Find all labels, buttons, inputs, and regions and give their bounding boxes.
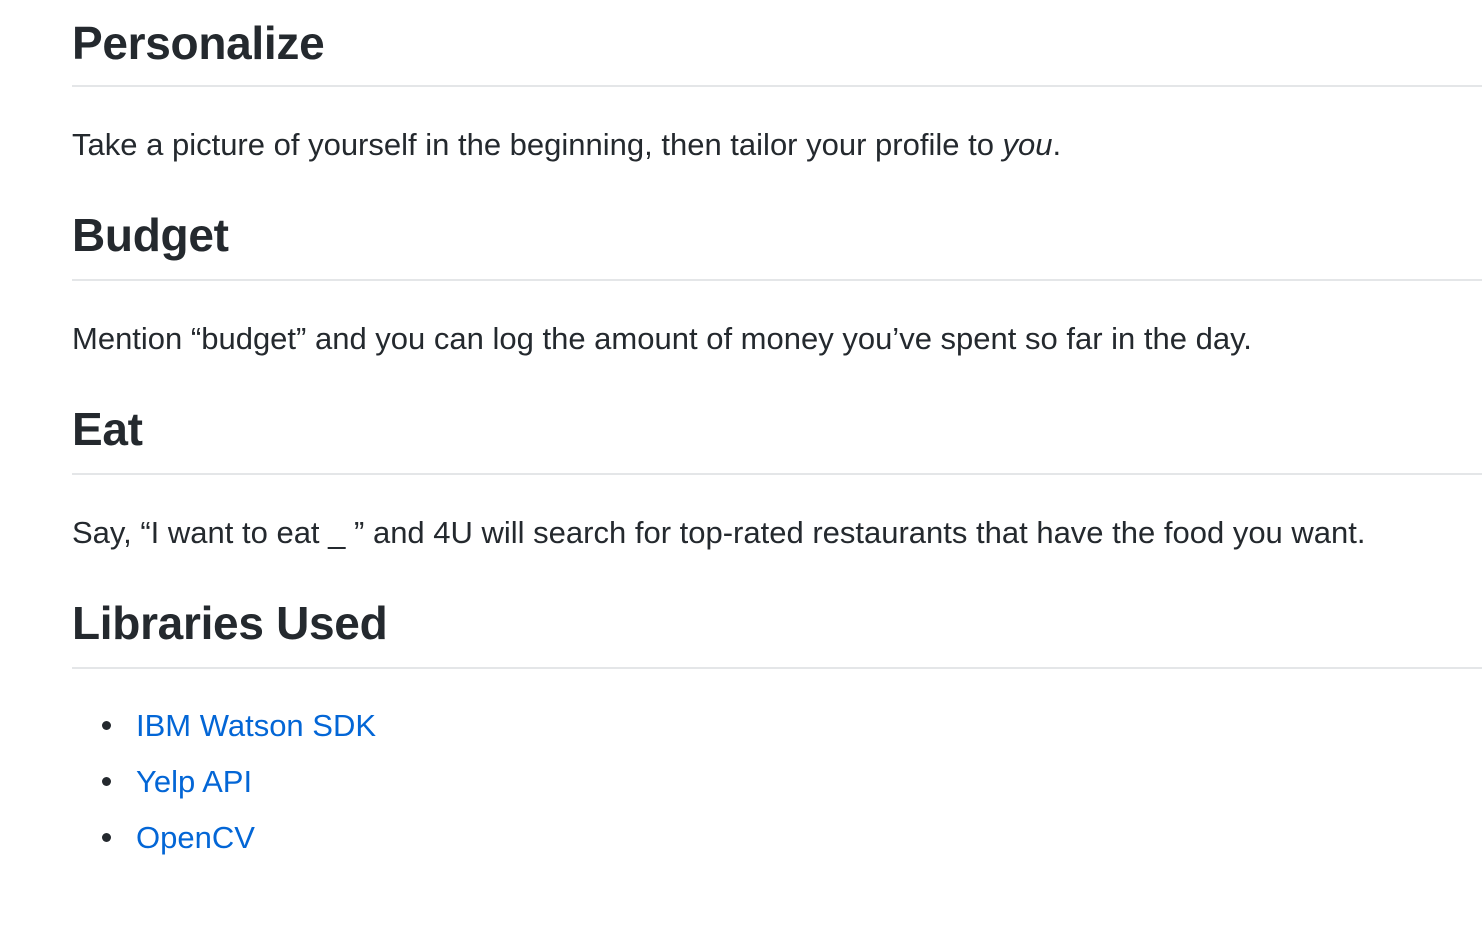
paragraph-budget: Mention “budget” and you can log the amo… [72,321,1252,356]
libraries-list: IBM Watson SDK Yelp API OpenCV [72,709,1482,877]
heading-personalize: Personalize [72,17,325,69]
heading-divider [72,473,1482,475]
paragraph-personalize-emphasis: you [1002,127,1053,162]
link-yelp-api[interactable]: Yelp API [136,764,252,799]
heading-divider [72,667,1482,669]
list-item: OpenCV [72,821,1482,877]
paragraph-personalize-end: . [1052,127,1062,162]
list-item: IBM Watson SDK [72,709,1482,765]
link-ibm-watson-sdk[interactable]: IBM Watson SDK [136,708,376,743]
paragraph-eat: Say, “I want to eat _ ” and 4U will sear… [72,515,1366,550]
bullet-icon [102,833,111,842]
heading-divider [72,279,1482,281]
heading-budget: Budget [72,209,229,261]
list-item: Yelp API [72,765,1482,821]
bullet-icon [102,777,111,786]
heading-divider [72,85,1482,87]
bullet-icon [102,721,111,730]
readme-content: Personalize Take a picture of yourself i… [0,0,1482,877]
section-budget: Budget Mention “budget” and you can log … [72,160,1482,354]
link-opencv[interactable]: OpenCV [136,820,255,855]
paragraph-personalize: Take a picture of yourself in the beginn… [72,129,1482,160]
paragraph-personalize-text: Take a picture of yourself in the beginn… [72,127,1003,162]
section-personalize: Personalize Take a picture of yourself i… [72,0,1482,160]
heading-libraries-used: Libraries Used [72,597,388,649]
section-libraries-used: Libraries Used IBM Watson SDK Yelp API O… [72,548,1482,877]
section-eat: Eat Say, “I want to eat _ ” and 4U will … [72,354,1482,548]
heading-eat: Eat [72,403,143,455]
